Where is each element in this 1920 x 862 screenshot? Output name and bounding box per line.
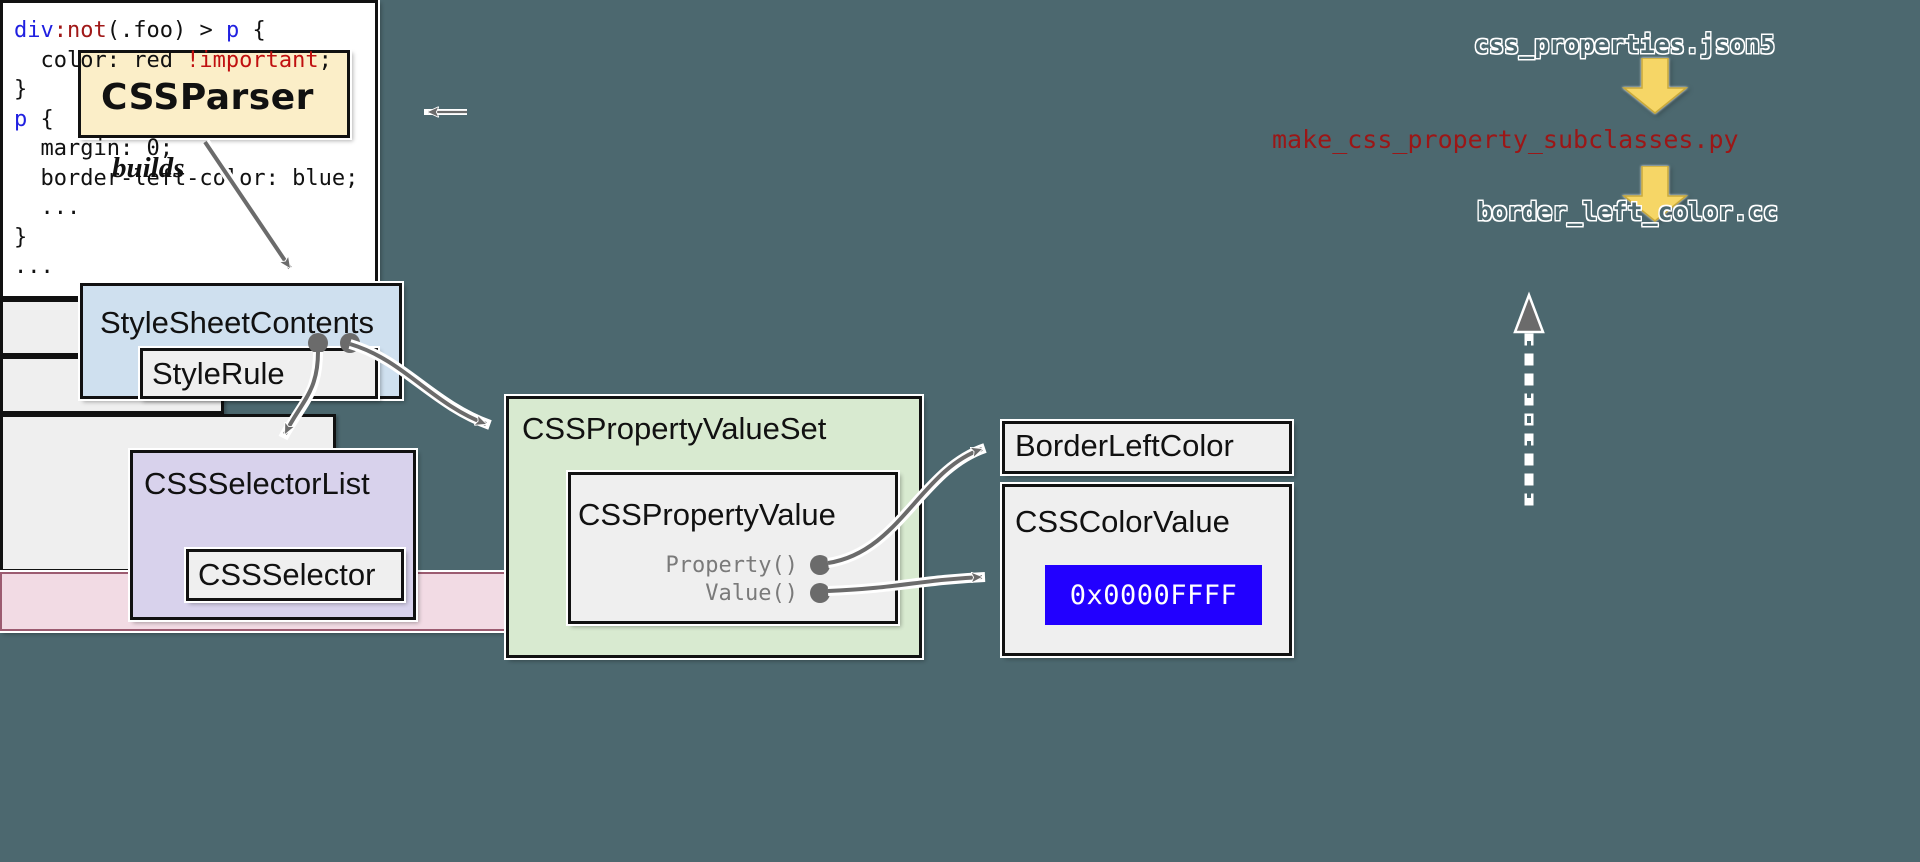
generator-script-label: make_css_property_subclasses.py [1272, 125, 1739, 154]
stylerule-port-selectors-dot [308, 333, 328, 353]
node-stylerule-label: StyleRule [152, 356, 285, 391]
css-code-text: div:not(.foo) > p { color: red !importan… [14, 18, 359, 279]
color-swatch-hex-label: 0x0000FFFF [1069, 579, 1238, 611]
diagram-canvas: CSSParser builds div:not(.foo) > p { col… [0, 0, 1920, 862]
accessor-property-port-dot [810, 555, 830, 575]
node-csspropertyvalueset-label: CSSPropertyValueSet [522, 411, 827, 446]
accessor-property-label: Property() [665, 553, 798, 578]
node-cssselector-label: CSSSelector [198, 557, 376, 592]
stylerule-port-properties-dot [340, 333, 360, 353]
node-cssselectorlist-label: CSSSelectorList [144, 466, 370, 501]
file-label-css-properties-json5: css_properties.json5 [1474, 30, 1776, 59]
accessor-value-label: Value() [705, 581, 798, 606]
css-code-sample: div:not(.foo) > p { color: red !importan… [0, 0, 378, 299]
node-borderleftcolor-label: BorderLeftColor [1015, 428, 1234, 463]
color-swatch: 0x0000FFFF [1045, 565, 1262, 625]
file-label-border-left-color-cc: border_left_color.cc [1477, 197, 1779, 226]
node-stylesheetcontents-label: StyleSheetContents [100, 305, 375, 340]
accessor-value-port-dot [810, 583, 830, 603]
node-csscolorvalue-label: CSSColorValue [1015, 504, 1230, 539]
node-csspropertyvalue-label: CSSPropertyValue [578, 497, 836, 532]
generator-arrow-down-top [1622, 58, 1688, 114]
